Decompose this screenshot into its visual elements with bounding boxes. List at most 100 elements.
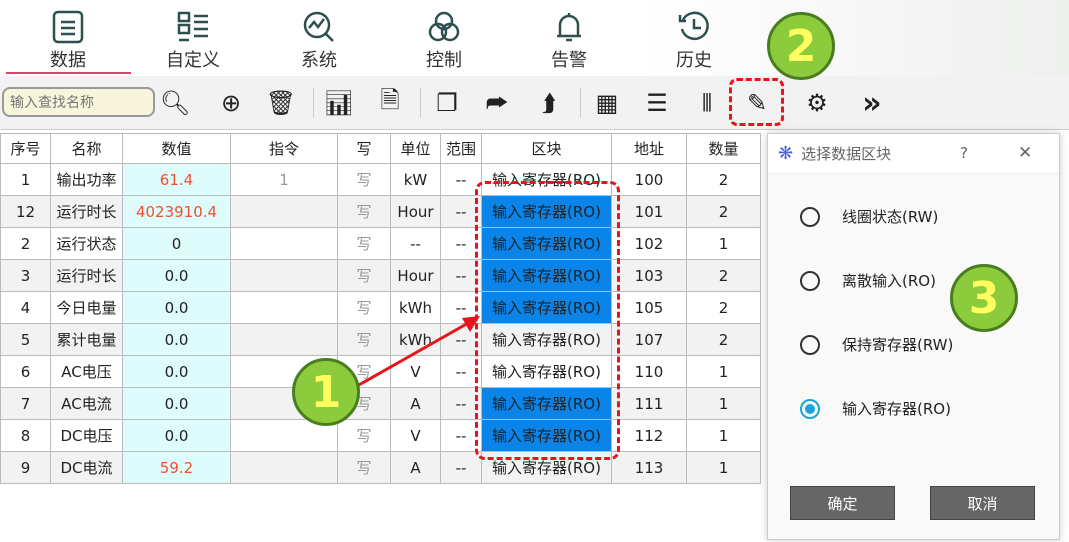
export-icon[interactable]: ⮭ <box>532 86 566 120</box>
cell-count: 2 <box>686 323 761 356</box>
column-header[interactable]: 区块 <box>481 133 612 164</box>
columns-icon[interactable]: ⦀ <box>690 86 724 120</box>
cell-write[interactable]: 写 <box>337 419 391 452</box>
list-icon <box>153 8 233 46</box>
column-header[interactable]: 写 <box>337 133 391 164</box>
annotation-badge-1: 1 <box>292 358 360 426</box>
cell-write[interactable]: 写 <box>337 163 391 196</box>
cell-command <box>230 323 338 356</box>
cell-index: 8 <box>0 419 51 452</box>
column-header[interactable]: 单位 <box>390 133 441 164</box>
radio-input-register[interactable]: 输入寄存器(RO) <box>800 398 951 419</box>
search-icon[interactable]: 🔍︎ <box>158 86 192 120</box>
nav-tab-alarm[interactable]: 告警 <box>529 8 609 72</box>
cell-value: 0.0 <box>122 323 231 356</box>
cell-name: 累计电量 <box>50 323 123 356</box>
cell-value: 0.0 <box>122 419 231 452</box>
grid-icon[interactable]: ▦ <box>590 86 624 120</box>
table-row[interactable]: 9 DC电流 59.2 写 A -- 输入寄存器(RO) 113 1 <box>0 451 761 484</box>
search-document-icon[interactable]: 🗎 <box>373 86 407 120</box>
gear-icon[interactable]: ⚙ <box>800 86 834 120</box>
cell-count: 1 <box>686 451 761 484</box>
cell-count: 1 <box>686 387 761 420</box>
cell-unit: A <box>390 451 441 484</box>
table-row[interactable]: 1 输出功率 61.4 1 写 kW -- 输入寄存器(RO) 100 2 <box>0 163 761 196</box>
radio-circle-checked[interactable] <box>800 398 820 419</box>
nav-tab-history[interactable]: 历史 <box>654 8 734 72</box>
table-row[interactable]: 2 运行状态 0 写 -- -- 输入寄存器(RO) 102 1 <box>0 227 761 260</box>
annotation-box-edit <box>729 78 784 126</box>
cell-count: 1 <box>686 355 761 388</box>
radio-holding-register[interactable]: 保持寄存器(RW) <box>800 334 953 355</box>
select-block-dialog: ❋ 选择数据区块 ? ✕ 线圈状态(RW) 离散输入(RO) 保持寄存器(RW) … <box>767 133 1060 540</box>
align-icon[interactable]: ☰ <box>640 86 674 120</box>
radio-discrete-input[interactable]: 离散输入(RO) <box>800 270 936 291</box>
search-input[interactable] <box>2 87 155 117</box>
cell-value: 4023910.4 <box>122 195 231 228</box>
cell-count: 2 <box>686 259 761 292</box>
cancel-button[interactable]: 取消 <box>930 486 1035 520</box>
dialog-logo-icon: ❋ <box>778 143 794 164</box>
table-row[interactable]: 12 运行时长 4023910.4 写 Hour -- 输入寄存器(RO) 101 2 <box>0 195 761 228</box>
cell-command <box>230 195 338 228</box>
ok-button[interactable]: 确定 <box>790 486 895 520</box>
cell-unit: -- <box>390 227 441 260</box>
cell-address: 107 <box>611 323 687 356</box>
cell-index: 7 <box>0 387 51 420</box>
radio-circle[interactable] <box>800 270 820 291</box>
nav-tab-control[interactable]: 控制 <box>404 8 484 72</box>
help-button[interactable]: ? <box>960 144 968 162</box>
table-row[interactable]: 3 运行时长 0.0 写 Hour -- 输入寄存器(RO) 103 2 <box>0 259 761 292</box>
cell-value: 0 <box>122 227 231 260</box>
column-header[interactable]: 指令 <box>230 133 338 164</box>
cell-unit: V <box>390 419 441 452</box>
cell-index: 9 <box>0 451 51 484</box>
cell-unit: kW <box>390 163 441 196</box>
nav-tab-custom[interactable]: 自定义 <box>153 8 233 72</box>
active-tab-indicator <box>6 72 131 74</box>
column-header[interactable]: 数值 <box>122 133 231 164</box>
nav-tab-system[interactable]: 系统 <box>279 8 359 72</box>
column-header[interactable]: 数量 <box>686 133 761 164</box>
cell-name: DC电压 <box>50 419 123 452</box>
column-header[interactable]: 名称 <box>50 133 123 164</box>
cell-write[interactable]: 写 <box>337 195 391 228</box>
copy-icon[interactable]: ❐ <box>430 86 464 120</box>
close-button[interactable]: ✕ <box>1018 143 1032 163</box>
chevron-double-right-icon[interactable]: » <box>855 86 889 121</box>
cell-address: 110 <box>611 355 687 388</box>
radio-coil-status[interactable]: 线圈状态(RW) <box>800 206 938 227</box>
cell-write[interactable]: 写 <box>337 451 391 484</box>
cell-value: 61.4 <box>122 163 231 196</box>
cell-address: 101 <box>611 195 687 228</box>
column-header[interactable]: 地址 <box>611 133 687 164</box>
cell-index: 6 <box>0 355 51 388</box>
cell-name: 运行时长 <box>50 195 123 228</box>
cell-name: DC电流 <box>50 451 123 484</box>
import-icon[interactable]: ⮫ <box>480 86 514 120</box>
bar-chart-icon[interactable]: 📊︎ <box>322 86 356 120</box>
toolbar: 🔍︎ ⊕ 🗑︎ 📊︎ 🗎 ❐ ⮫ ⮭ ▦ ☰ ⦀ ✎ ⚙ » <box>0 76 1069 130</box>
data-table: 序号 名称 数值 指令写单位 范围 区块 地址 数量 1 输出功率 61.4 1 写 kW -- 输入寄存器… <box>0 133 761 484</box>
column-header[interactable]: 范围 <box>440 133 482 164</box>
cell-command <box>230 259 338 292</box>
cell-value: 0.0 <box>122 259 231 292</box>
cell-write[interactable]: 写 <box>337 227 391 260</box>
annotation-arrow <box>349 316 480 392</box>
cell-value: 0.0 <box>122 355 231 388</box>
radio-circle[interactable] <box>800 334 820 355</box>
add-icon[interactable]: ⊕ <box>214 86 248 120</box>
cell-name: 运行时长 <box>50 259 123 292</box>
cell-write[interactable]: 写 <box>337 259 391 292</box>
cell-index: 1 <box>0 163 51 196</box>
table-row[interactable]: 8 DC电压 0.0 写 V -- 输入寄存器(RO) 112 1 <box>0 419 761 452</box>
radio-circle[interactable] <box>800 206 820 227</box>
cell-value: 0.0 <box>122 291 231 324</box>
annotation-badge-3: 3 <box>950 264 1018 332</box>
divider <box>420 88 421 118</box>
cell-name: 今日电量 <box>50 291 123 324</box>
nav-tab-data[interactable]: 数据 <box>28 8 108 72</box>
delete-icon[interactable]: 🗑︎ <box>264 86 298 120</box>
column-header[interactable]: 序号 <box>0 133 51 164</box>
cell-name: AC电压 <box>50 355 123 388</box>
